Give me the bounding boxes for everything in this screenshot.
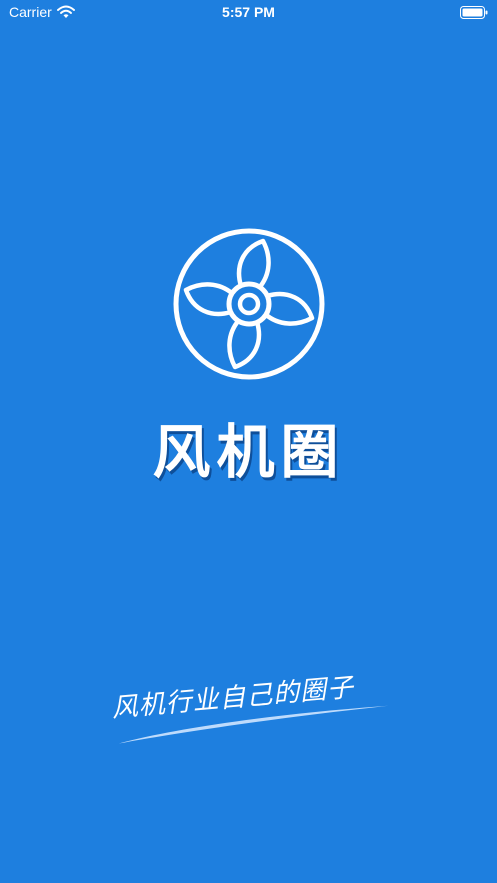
slogan-block: 风机行业自己的圈子 bbox=[110, 664, 396, 768]
battery-icon bbox=[460, 6, 488, 19]
app-name-title: 风机圈 bbox=[152, 418, 345, 486]
status-bar: Carrier 5:57 PM bbox=[0, 0, 497, 26]
status-time: 5:57 PM bbox=[222, 4, 275, 20]
fan-logo-icon bbox=[173, 228, 325, 380]
